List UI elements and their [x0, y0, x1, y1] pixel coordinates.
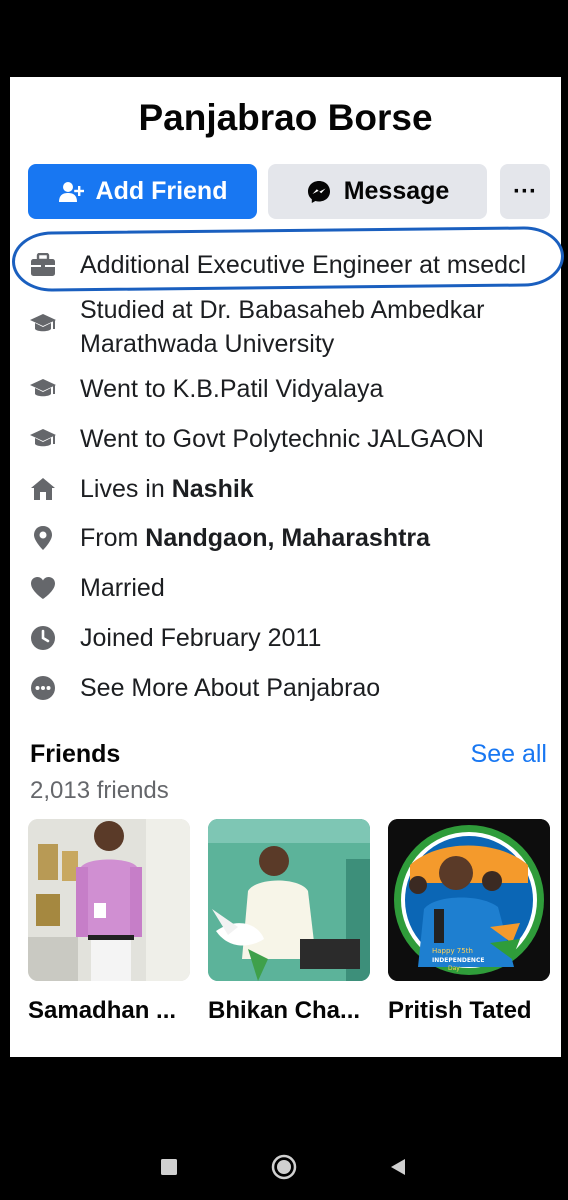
system-navigation-bar	[0, 1120, 568, 1200]
back-icon[interactable]	[388, 1157, 408, 1182]
graduation-cap-icon	[29, 310, 57, 338]
friend-card[interactable]: Samadhan ...	[28, 819, 190, 1025]
photo-caption-line2: INDEPENDENCE	[432, 957, 484, 964]
detail-bold-text[interactable]: Nashik	[172, 475, 254, 503]
friend-photo[interactable]: Happy 75th INDEPENDENCE Day	[388, 819, 550, 981]
see-all-friends-link[interactable]: See all	[471, 740, 547, 769]
friend-name[interactable]: Bhikan Cha...	[208, 997, 370, 1025]
add-user-icon	[58, 181, 84, 203]
home-icon	[29, 475, 57, 503]
friend-photo[interactable]	[28, 819, 190, 981]
friends-heading: Friends	[30, 740, 121, 768]
location-pin-icon	[29, 524, 57, 552]
more-dots-icon	[29, 674, 57, 702]
detail-text: Went to Govt Polytechnic JALGAON	[80, 425, 484, 453]
photo-caption-line1: Happy 75th	[432, 947, 473, 955]
messenger-icon	[306, 179, 332, 205]
message-button[interactable]: Message	[268, 164, 487, 219]
home-button-icon[interactable]	[271, 1154, 297, 1185]
detail-text: See More About Panjabrao	[80, 674, 381, 702]
graduation-cap-icon	[29, 375, 57, 403]
detail-text: Joined February 2011	[80, 624, 322, 652]
detail-bold-text[interactable]: Nandgaon, Maharashtra	[145, 524, 430, 552]
graduation-cap-icon	[29, 425, 57, 453]
clock-icon	[29, 624, 57, 652]
detail-text: Studied at Dr. Babasaheb Ambedkar Marath…	[80, 296, 485, 358]
briefcase-icon	[29, 251, 57, 279]
friends-count: 2,013 friends	[30, 777, 169, 804]
photo-caption-line3: Day	[448, 965, 460, 972]
more-options-button[interactable]: ···	[500, 164, 550, 219]
add-friend-button[interactable]: Add Friend	[28, 164, 257, 219]
heart-icon	[29, 574, 57, 602]
friend-photo[interactable]	[208, 819, 370, 981]
friend-name[interactable]: Pritish Tated	[388, 997, 550, 1025]
recent-apps-icon[interactable]	[160, 1158, 178, 1181]
profile-card: Panjabrao Borse Add Friend Message ··· A…	[10, 77, 565, 1057]
more-options-label: ···	[513, 177, 537, 205]
detail-text: Went to K.B.Patil Vidyalaya	[80, 375, 384, 403]
detail-text: Lives in	[80, 475, 172, 503]
detail-text: Married	[80, 574, 165, 602]
message-label: Message	[343, 177, 450, 205]
detail-text: Additional Executive Engineer at msedcl	[80, 251, 527, 279]
add-friend-label: Add Friend	[95, 177, 228, 205]
profile-name: Panjabrao Borse	[138, 97, 433, 138]
detail-text: From	[80, 524, 146, 552]
friend-card[interactable]: Happy 75th INDEPENDENCE Day Pritish Tate…	[388, 819, 550, 1025]
friend-card[interactable]: Bhikan Cha...	[208, 819, 370, 1025]
friend-name[interactable]: Samadhan ...	[28, 997, 190, 1025]
